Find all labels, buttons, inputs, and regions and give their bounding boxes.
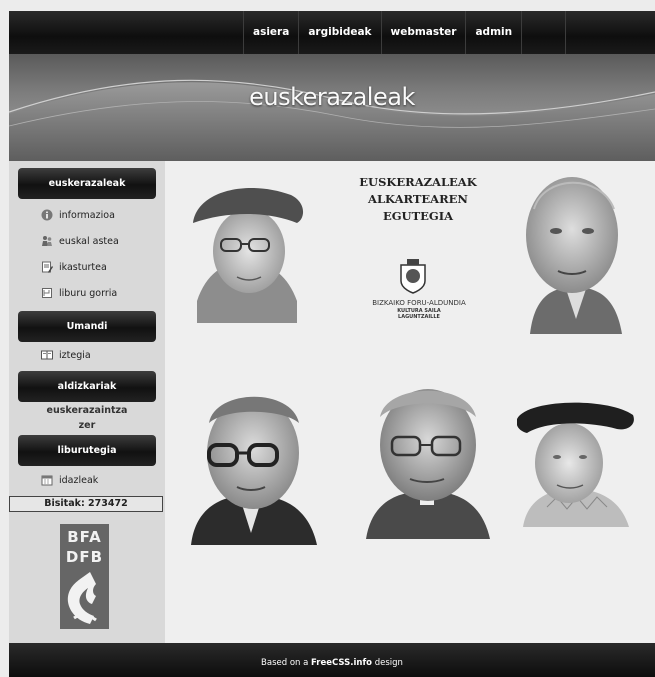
- sidebar-item-label: informazioa: [59, 209, 115, 221]
- sidebar-heading-euskerazaleak: euskerazaleak: [18, 168, 156, 199]
- sidebar-item-label: liburu gorria: [59, 287, 118, 299]
- people-icon: [41, 235, 53, 247]
- calendar-icon: [41, 474, 53, 486]
- book-icon: [41, 287, 53, 299]
- portrait-thick-glasses: [191, 396, 317, 545]
- document-icon: [41, 261, 53, 273]
- sidebar-item-label: ikasturtea: [59, 261, 107, 273]
- nav-webmaster[interactable]: webmaster: [382, 11, 467, 54]
- dictionary-icon: [41, 349, 53, 361]
- bfa-dfb-logo[interactable]: BFA DFB: [60, 524, 109, 629]
- sidebar-item-idazleak[interactable]: idazleak: [41, 471, 98, 489]
- sidebar-item-liburu-gorria[interactable]: liburu gorria: [41, 284, 117, 302]
- sidebar-item-label: iztegia: [59, 349, 91, 361]
- sidebar-item-iztegia[interactable]: iztegia: [41, 346, 91, 364]
- nav-admin[interactable]: admin: [466, 11, 523, 54]
- nav-argibideak[interactable]: argibideak: [299, 11, 382, 54]
- nav-divider: [522, 11, 567, 54]
- bizkaia-coat-of-arms-icon: [400, 259, 426, 294]
- footer-suffix: design: [372, 658, 403, 668]
- top-nav: asiera argibideak webmaster admin: [243, 11, 567, 54]
- info-icon: [41, 209, 53, 221]
- header-banner: euskerazaleak: [9, 54, 655, 161]
- sidebar-item-label: idazleak: [59, 474, 99, 486]
- sidebar-link-euskerazaintza[interactable]: euskerazaintza: [9, 405, 165, 416]
- oak-leaf-icon: [67, 572, 97, 624]
- visit-counter: Bisitak: 273472: [9, 496, 163, 512]
- footer-prefix: Based on a: [261, 658, 312, 668]
- portrait-man-with-beret: [517, 402, 634, 527]
- institution-name: BIZKAIKO FORU-ALDUNDIA: [372, 299, 466, 307]
- sidebar-item-informazioa[interactable]: informazioa: [41, 206, 115, 224]
- sidebar-link-zer[interactable]: zer: [9, 420, 165, 431]
- portrait-beret-glasses: [193, 187, 304, 323]
- sidebar-item-ikasturtea[interactable]: ikasturtea: [41, 258, 107, 276]
- footer-brand-link[interactable]: FreeCSS.info: [311, 658, 372, 668]
- sidebar-item-label: euskal astea: [59, 235, 119, 247]
- site-title: euskerazaleak: [249, 83, 415, 111]
- main-content: EUSKERAZALEAK ALKARTEAREN EGUTEGIA BIZKA…: [165, 161, 655, 643]
- portrait-elderly-priest: [366, 389, 490, 539]
- footer: Based on a FreeCSS.info design: [9, 643, 655, 677]
- top-navigation-bar: asiera argibideak webmaster admin: [9, 11, 655, 54]
- department-name: KULTURA SAILA LAGUNTZAILLE: [397, 308, 441, 320]
- sidebar-heading-aldizkariak: aldizkariak: [18, 371, 156, 402]
- sidebar-heading-liburutegia: liburutegia: [18, 435, 156, 466]
- nav-asiera[interactable]: asiera: [243, 11, 300, 54]
- calendar-title: EUSKERAZALEAK ALKARTEAREN EGUTEGIA: [359, 175, 477, 223]
- portrait-bald-man: [526, 177, 622, 334]
- sidebar-item-euskal-astea[interactable]: euskal astea: [41, 232, 119, 250]
- sidebar-heading-umandi: Umandi: [18, 311, 156, 342]
